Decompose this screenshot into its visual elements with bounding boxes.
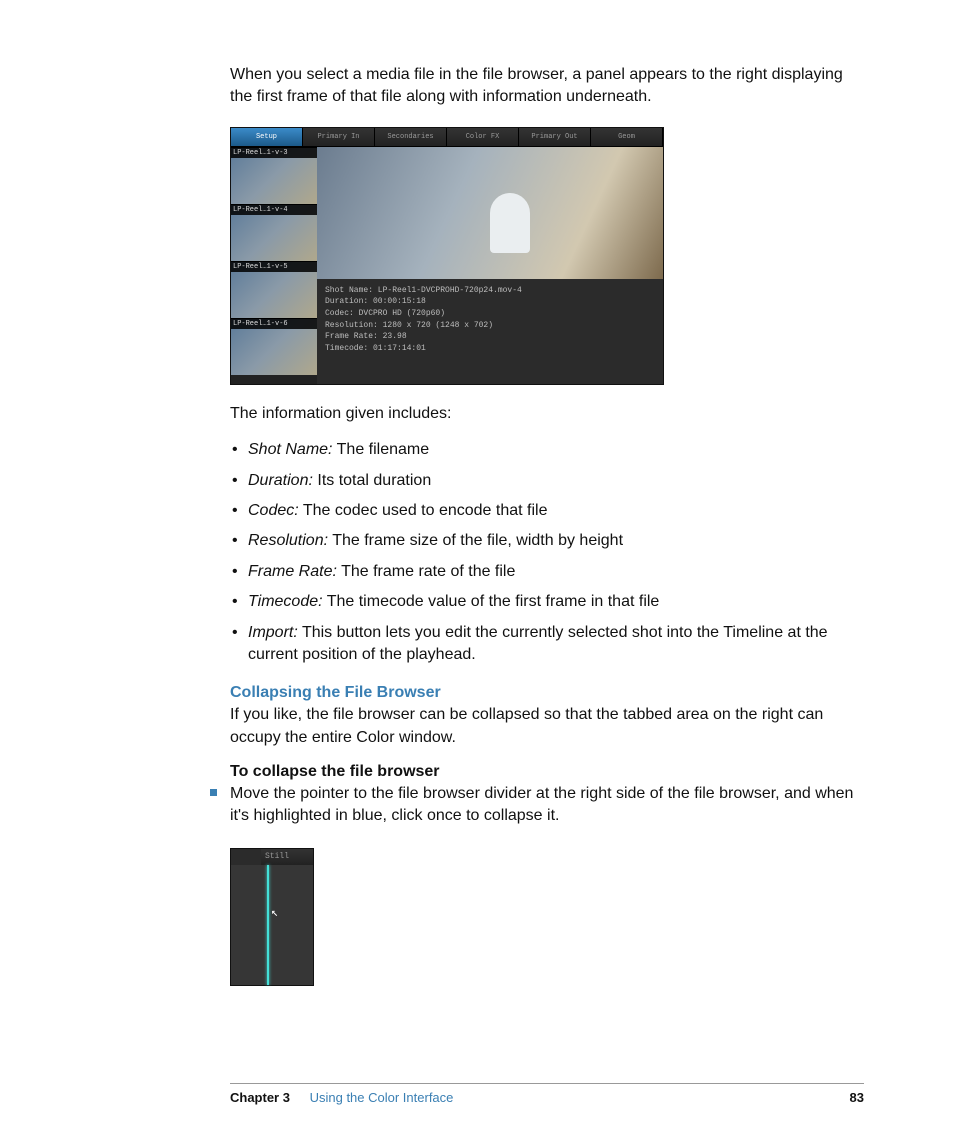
- intro-paragraph: When you select a media file in the file…: [230, 64, 864, 109]
- tab-color-fx: Color FX: [447, 128, 519, 146]
- tab-primary-out: Primary Out: [519, 128, 591, 146]
- desc: The frame size of the file, width by hei…: [328, 532, 623, 549]
- meta-shot-name: Shot Name: LP-Reel1-DVCPROHD-720p24.mov-…: [325, 285, 655, 297]
- screenshot2-tab: Still: [261, 849, 313, 866]
- desc: The timecode value of the first frame in…: [323, 593, 660, 610]
- screenshot-tabs: Setup Primary In Secondaries Color FX Pr…: [231, 128, 663, 147]
- desc: The codec used to encode that file: [299, 502, 548, 519]
- thumbnail: [231, 318, 317, 375]
- footer-chapter: Chapter 3: [230, 1090, 290, 1105]
- page-footer: Chapter 3 Using the Color Interface 83: [230, 1083, 864, 1105]
- def-import: Import: This button lets you edit the cu…: [230, 622, 864, 667]
- shot-metadata: Shot Name: LP-Reel1-DVCPROHD-720p24.mov-…: [317, 279, 663, 384]
- divider-highlight: [267, 865, 269, 985]
- def-codec: Codec: The codec used to encode that fil…: [230, 500, 864, 522]
- collapse-paragraph: If you like, the file browser can be col…: [230, 704, 864, 749]
- step-item: Move the pointer to the file browser div…: [230, 783, 864, 828]
- thumbnail: [231, 147, 317, 204]
- step-list: Move the pointer to the file browser div…: [230, 783, 864, 828]
- desc: This button lets you edit the currently …: [248, 624, 828, 663]
- term: Resolution:: [248, 532, 328, 549]
- tab-primary-in: Primary In: [303, 128, 375, 146]
- def-duration: Duration: Its total duration: [230, 470, 864, 492]
- def-resolution: Resolution: The frame size of the file, …: [230, 530, 864, 552]
- footer-page-number: 83: [850, 1090, 864, 1105]
- meta-frame-rate: Frame Rate: 23.98: [325, 331, 655, 343]
- thumbnail: [231, 204, 317, 261]
- term: Frame Rate:: [248, 563, 337, 580]
- thumbnail: [231, 261, 317, 318]
- divider-screenshot: Still ↖: [230, 848, 314, 986]
- heading-to-collapse: To collapse the file browser: [230, 763, 864, 781]
- preview-figure: [490, 193, 530, 253]
- def-shot-name: Shot Name: The filename: [230, 439, 864, 461]
- def-frame-rate: Frame Rate: The frame rate of the file: [230, 561, 864, 583]
- info-lead: The information given includes:: [230, 403, 864, 425]
- tab-setup: Setup: [231, 128, 303, 146]
- definition-list: Shot Name: The filename Duration: Its to…: [230, 439, 864, 666]
- desc: The frame rate of the file: [337, 563, 515, 580]
- term: Timecode:: [248, 593, 323, 610]
- file-browser-screenshot: Setup Primary In Secondaries Color FX Pr…: [230, 127, 662, 383]
- meta-resolution: Resolution: 1280 x 720 (1248 x 702): [325, 320, 655, 332]
- def-timecode: Timecode: The timecode value of the firs…: [230, 591, 864, 613]
- step-bullet-icon: [210, 789, 217, 796]
- meta-duration: Duration: 00:00:15:18: [325, 296, 655, 308]
- meta-timecode: Timecode: 01:17:14:01: [325, 343, 655, 355]
- thumbnail-strip: [231, 147, 317, 384]
- cursor-icon: ↖: [271, 905, 278, 920]
- term: Codec:: [248, 502, 299, 519]
- step-text: Move the pointer to the file browser div…: [230, 785, 853, 824]
- heading-collapsing: Collapsing the File Browser: [230, 684, 864, 702]
- tab-geom: Geom: [591, 128, 663, 146]
- term: Import:: [248, 624, 298, 641]
- tab-secondaries: Secondaries: [375, 128, 447, 146]
- desc: The filename: [332, 441, 429, 458]
- term: Shot Name:: [248, 441, 332, 458]
- meta-codec: Codec: DVCPRO HD (720p60): [325, 308, 655, 320]
- term: Duration:: [248, 472, 313, 489]
- preview-frame: [317, 147, 663, 279]
- screenshot2-body: [231, 865, 313, 985]
- footer-title: Using the Color Interface: [310, 1090, 454, 1105]
- desc: Its total duration: [313, 472, 431, 489]
